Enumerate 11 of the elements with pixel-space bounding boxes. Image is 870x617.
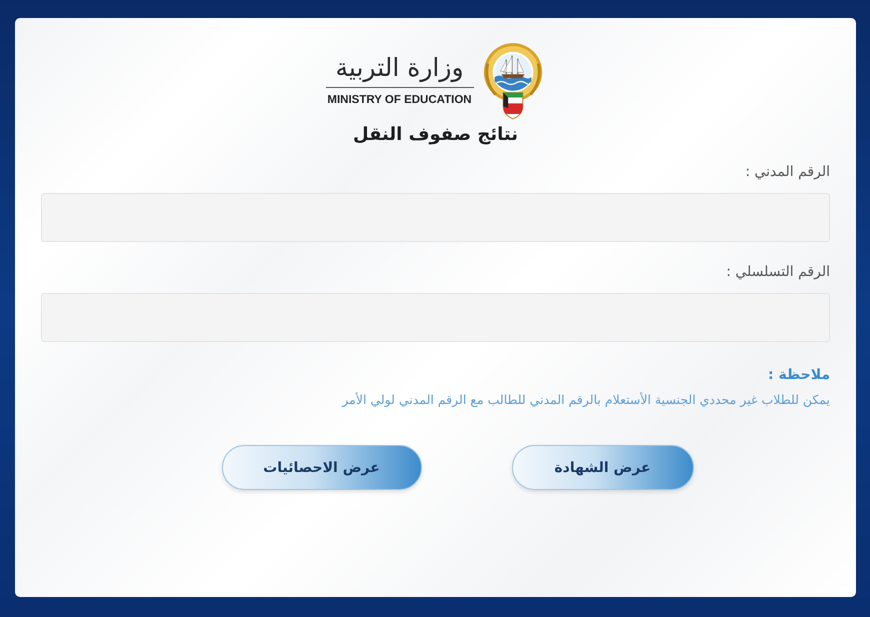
input-field[interactable] (41, 193, 830, 242)
view-certificate-button[interactable]: عرض الشهادة (512, 445, 694, 490)
view-statistics-button[interactable]: عرض الاحصائيات (222, 445, 422, 490)
ministry-name-arabic: وزارة التربية (336, 52, 464, 84)
ministry-name-english: MINISTRY OF EDUCATION (327, 93, 472, 107)
page-title: نتائج صفوف النقل (353, 123, 518, 147)
note-text: يمكن للطلاب غير محددي الجنسية الأستعلام بالرقم المدني للطالب مع الرقم المدني لولي الأمر (342, 391, 830, 409)
note-heading: ملاحظة : (768, 366, 830, 385)
field-label: الرقم المدني : (745, 163, 830, 182)
field-label: الرقم التسلسلي : (726, 263, 830, 282)
input-field[interactable] (41, 293, 830, 342)
